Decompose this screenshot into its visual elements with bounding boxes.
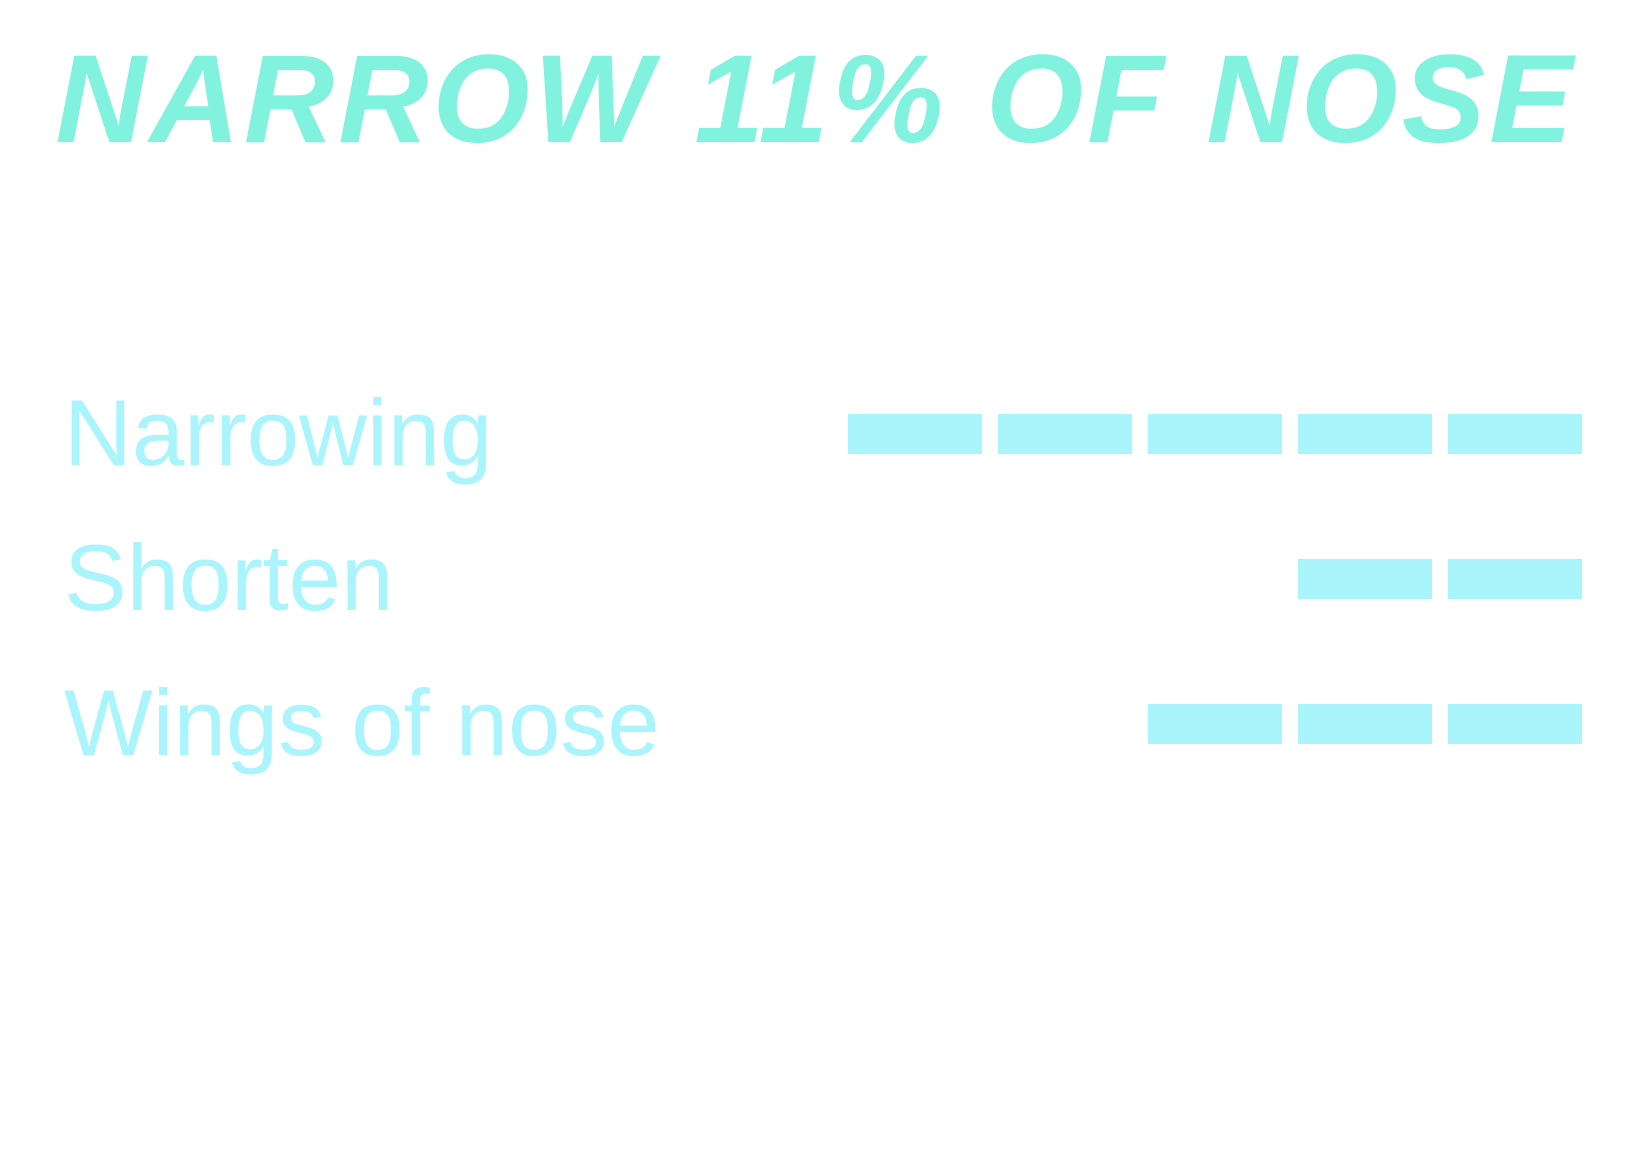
page-title: NARROW 11% OF NOSE	[55, 30, 1577, 169]
metric-label: Narrowing	[64, 380, 493, 485]
metric-row-shorten: Shorten	[0, 523, 1632, 633]
meter-segment	[1448, 704, 1582, 744]
level-meter	[848, 704, 1582, 744]
meter-segment	[1148, 704, 1282, 744]
meter-segment	[1298, 414, 1432, 454]
metric-row-narrowing: Narrowing	[0, 378, 1632, 488]
metric-label: Shorten	[64, 525, 394, 630]
meter-segment	[1298, 704, 1432, 744]
meter-segment	[1298, 559, 1432, 599]
meter-segment	[1448, 414, 1582, 454]
meter-segment	[998, 414, 1132, 454]
metric-label: Wings of nose	[64, 670, 660, 775]
level-meter	[848, 414, 1582, 454]
meter-segment	[1148, 414, 1282, 454]
metric-row-wings-of-nose: Wings of nose	[0, 668, 1632, 778]
meter-segment	[1448, 559, 1582, 599]
meter-segment	[848, 414, 982, 454]
level-meter	[848, 559, 1582, 599]
